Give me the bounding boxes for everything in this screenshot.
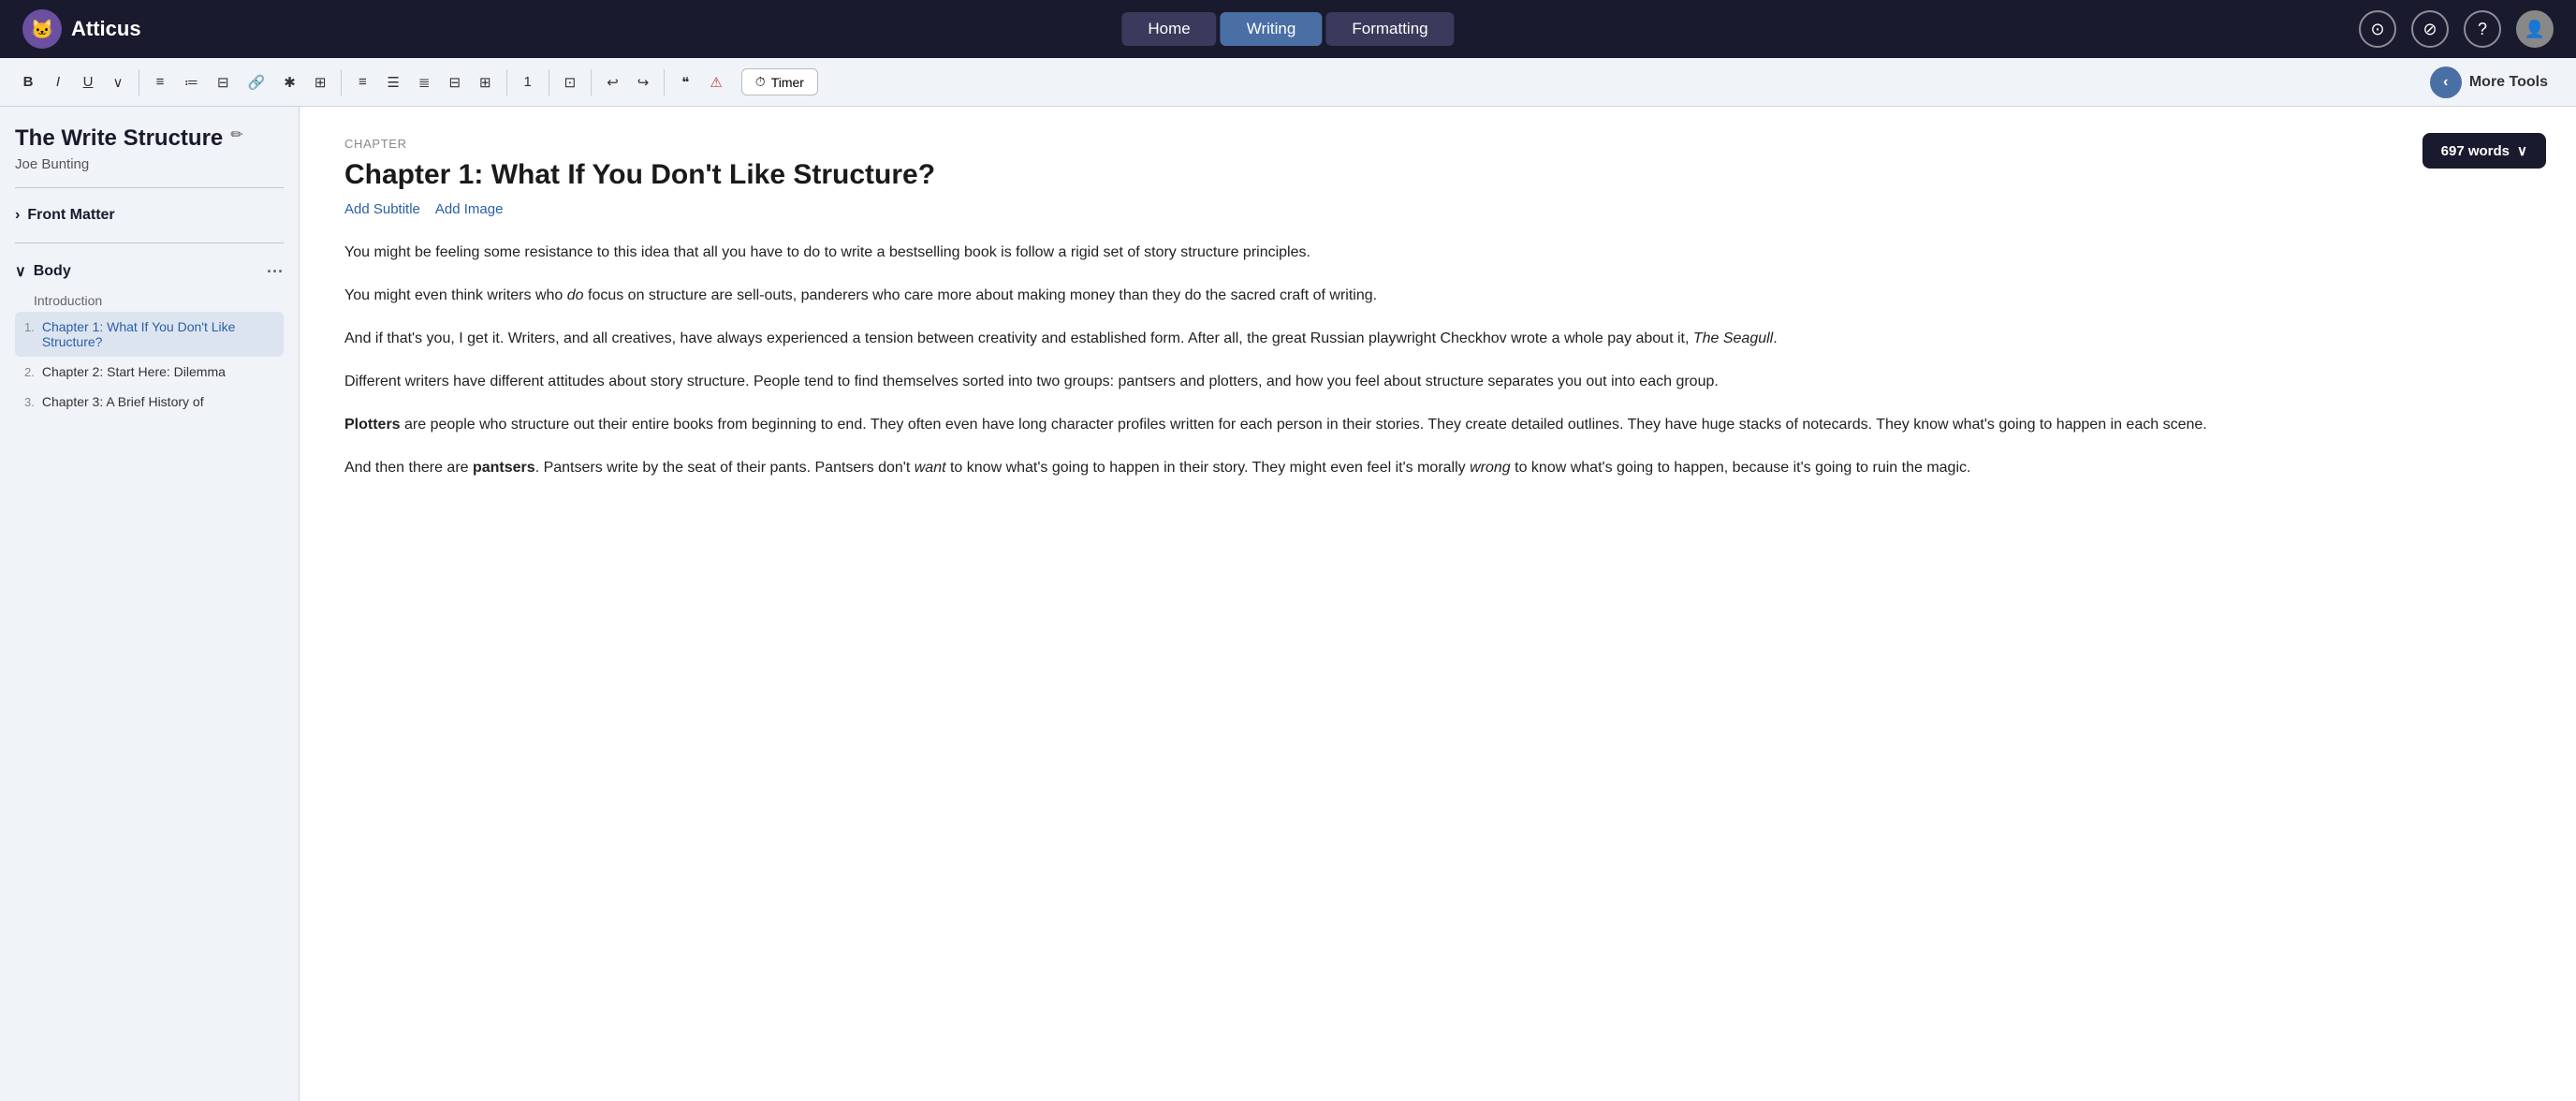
paragraph-5: Plotters are people who structure out th… [344, 412, 2531, 438]
editor-area: 697 words ∨ Chapter Chapter 1: What If Y… [300, 107, 2576, 1101]
undo-button[interactable]: ↩ [599, 67, 626, 97]
sidebar: The Write Structure Joe Bunting ✏ › Fron… [0, 107, 300, 1101]
paragraph-3: And if that's you, I get it. Writers, an… [344, 326, 2531, 352]
align-c1-button[interactable]: ≡ [349, 67, 375, 97]
words-count-text: 697 words [2441, 143, 2510, 159]
align-c2-button[interactable]: ☰ [379, 67, 406, 97]
export-icon: ⊙ [2370, 20, 2384, 39]
expand-button[interactable]: ⊡ [557, 67, 584, 97]
timer-icon: ⏱ [755, 74, 766, 90]
front-matter-label: Front Matter [27, 207, 114, 224]
link-button[interactable]: 🔗 [241, 67, 273, 97]
more-tools-area: ‹ More Tools [2417, 61, 2561, 104]
book-title: The Write Structure [15, 125, 223, 153]
numbered-list-button[interactable]: ⊟ [210, 67, 237, 97]
align-c5-button[interactable]: ⊞ [472, 67, 499, 97]
toolbar: B I U ∨ ≡ ≔ ⊟ 🔗 ✱ ⊞ ≡ ☰ ≣ ⊟ ⊞ 1 ⊡ ↩ ↪ ❝ … [0, 58, 2576, 107]
formatting-nav-button[interactable]: Formatting [1325, 12, 1454, 46]
timer-label: Timer [771, 75, 804, 90]
toolbar-sep-2 [341, 69, 342, 95]
image-icon: ⊞ [315, 74, 327, 91]
home-nav-button[interactable]: Home [1121, 12, 1216, 46]
paragraph-4: Different writers have different attitud… [344, 369, 2531, 395]
editor-content[interactable]: You might be feeling some resistance to … [344, 240, 2531, 481]
body-chevron-icon: ∨ [15, 262, 26, 281]
book-author: Joe Bunting [15, 156, 223, 172]
export-button[interactable]: ⊙ [2359, 10, 2396, 48]
add-links-area: Add Subtitle Add Image [344, 201, 2531, 217]
words-chevron-icon: ∨ [2517, 142, 2527, 159]
align-c3-button[interactable]: ≣ [411, 67, 438, 97]
save-button[interactable]: ⊘ [2411, 10, 2449, 48]
quote-icon: ❝ [681, 74, 689, 91]
bold-button[interactable]: B [15, 67, 41, 97]
align-left-button[interactable]: ≡ [147, 67, 173, 97]
italic-button[interactable]: I [45, 67, 71, 97]
align-c4-button[interactable]: ⊟ [441, 67, 468, 97]
chevron-left-icon: ‹ [2430, 66, 2462, 98]
redo-icon: ↪ [637, 74, 650, 91]
more-tools-button[interactable]: ‹ More Tools [2417, 61, 2561, 104]
body-section[interactable]: ∨ Body ··· [15, 258, 284, 286]
avatar-button[interactable]: 👤 [2516, 10, 2554, 48]
paragraph-2: You might even think writers who do focu… [344, 283, 2531, 309]
timer-button[interactable]: ⏱ Timer [741, 68, 818, 95]
chapter-title-1: Chapter 1: What If You Don't Like Struct… [42, 319, 274, 349]
logo-area: 🐱 Atticus [22, 9, 141, 49]
special-char-button[interactable]: ✱ [276, 67, 303, 97]
bullet-list-button[interactable]: ≔ [177, 67, 206, 97]
chapter-label: Chapter [344, 137, 2531, 151]
text-style-dropdown[interactable]: ∨ [105, 67, 131, 97]
sidebar-divider-1 [15, 187, 284, 188]
quote-button[interactable]: ❝ [672, 67, 698, 97]
add-subtitle-link[interactable]: Add Subtitle [344, 201, 420, 217]
book-info: The Write Structure Joe Bunting [15, 125, 223, 172]
number-button[interactable]: 1 [515, 67, 541, 97]
paragraph-6: And then there are pantsers. Pantsers wr… [344, 455, 2531, 481]
intro-label: Introduction [15, 286, 284, 312]
front-matter-chevron-icon: › [15, 207, 20, 224]
chapter-num-2: 2. [24, 364, 35, 379]
chapter-num-3: 3. [24, 394, 35, 409]
nav-right: ⊙ ⊘ ? 👤 [2359, 10, 2554, 48]
save-icon: ⊘ [2422, 20, 2437, 39]
help-button[interactable]: ? [2464, 10, 2501, 48]
toolbar-sep-6 [664, 69, 665, 95]
chapter-title-3: Chapter 3: A Brief History of [42, 394, 204, 409]
avatar-icon: 👤 [2525, 20, 2545, 39]
edit-book-icon[interactable]: ✏ [230, 125, 242, 144]
writing-nav-button[interactable]: Writing [1221, 12, 1323, 46]
body-menu-icon[interactable]: ··· [267, 262, 284, 282]
more-tools-label: More Tools [2469, 74, 2548, 91]
help-icon: ? [2478, 20, 2487, 39]
toolbar-sep-3 [506, 69, 507, 95]
toolbar-sep-5 [591, 69, 592, 95]
chapter-item-2[interactable]: 2. Chapter 2: Start Here: Dilemma [15, 357, 284, 387]
chapter-num-1: 1. [24, 319, 35, 334]
chapter-item-1[interactable]: 1. Chapter 1: What If You Don't Like Str… [15, 312, 284, 357]
alert-icon: ⚠ [710, 74, 722, 91]
redo-button[interactable]: ↪ [630, 67, 657, 97]
app-name: Atticus [71, 17, 141, 41]
book-header: The Write Structure Joe Bunting ✏ [15, 125, 284, 172]
add-image-link[interactable]: Add Image [435, 201, 504, 217]
words-count-badge[interactable]: 697 words ∨ [2422, 133, 2546, 169]
expand-icon: ⊡ [564, 74, 577, 91]
chapter-item-3[interactable]: 3. Chapter 3: A Brief History of [15, 387, 284, 417]
front-matter-section[interactable]: › Front Matter [15, 203, 284, 228]
top-nav: 🐱 Atticus Home Writing Formatting ⊙ ⊘ ? … [0, 0, 2576, 58]
main-layout: The Write Structure Joe Bunting ✏ › Fron… [0, 107, 2576, 1101]
sidebar-divider-2 [15, 242, 284, 243]
paragraph-1: You might be feeling some resistance to … [344, 240, 2531, 266]
undo-icon: ↩ [607, 74, 619, 91]
chapter-title-2: Chapter 2: Start Here: Dilemma [42, 364, 226, 379]
alert-button[interactable]: ⚠ [702, 67, 729, 97]
chapter-heading[interactable]: Chapter 1: What If You Don't Like Struct… [344, 158, 2531, 192]
image-button[interactable]: ⊞ [307, 67, 334, 97]
logo-icon: 🐱 [22, 9, 62, 49]
link-icon: 🔗 [248, 74, 266, 91]
body-label: Body [34, 263, 71, 280]
underline-button[interactable]: U [75, 67, 101, 97]
nav-center: Home Writing Formatting [1121, 12, 1454, 46]
